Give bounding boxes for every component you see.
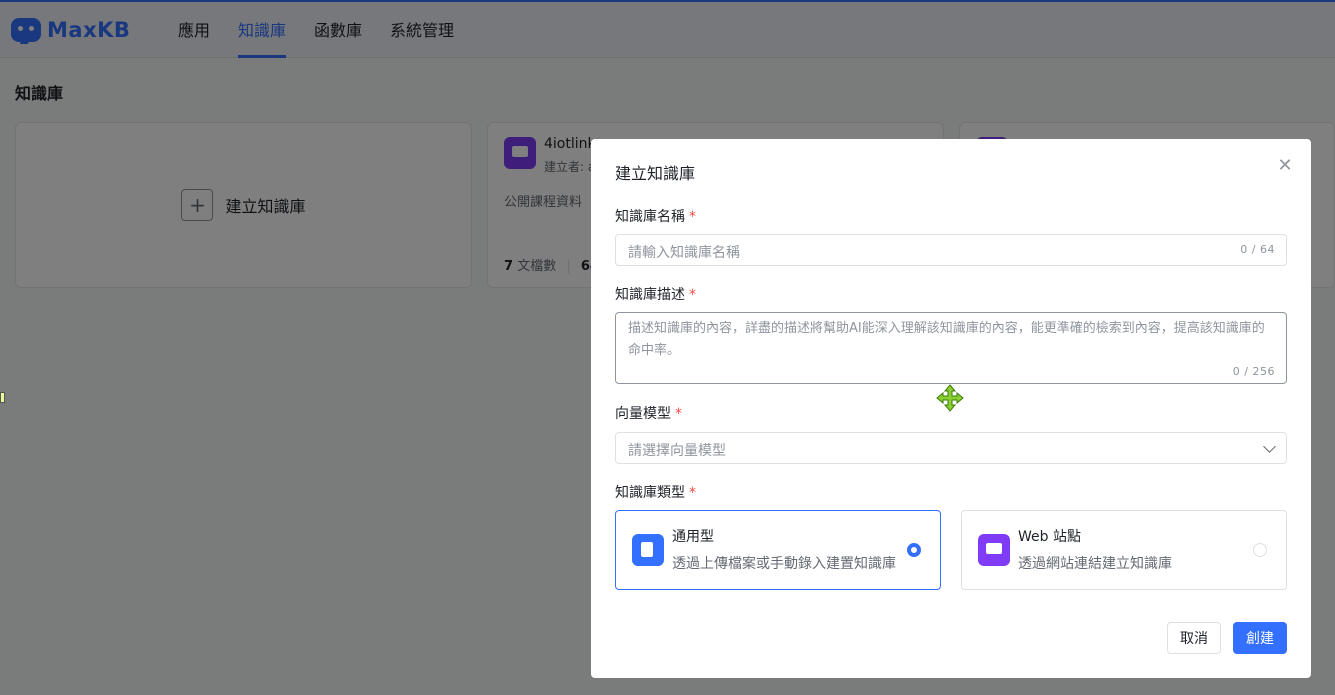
required-mark: * [689,485,696,501]
required-mark: * [689,287,696,303]
kb-description-textarea[interactable]: 描述知識庫的內容，詳盡的描述將幫助AI能深入理解該知識庫的內容，能更準確的檢索到… [615,312,1287,384]
kb-type-web-desc: 透過網站連結建立知識庫 [1018,556,1172,572]
document-icon [632,534,664,566]
kb-type-web-option[interactable]: Web 站點 透過網站連結建立知識庫 [961,510,1287,590]
kb-type-general-desc: 透過上傳檔案或手動錄入建置知識庫 [672,556,896,572]
embedding-model-placeholder: 請選擇向量模型 [628,443,726,459]
create-button[interactable]: 創建 [1233,622,1287,654]
kb-type-general-option[interactable]: 通用型 透過上傳檔案或手動錄入建置知識庫 [615,510,941,590]
side-marker [0,392,5,403]
kb-description-label-text: 知識庫描述 [615,287,685,303]
web-site-icon [978,534,1010,566]
kb-description-counter: 0 / 256 [1232,365,1275,378]
kb-type-general-title: 通用型 [672,529,714,545]
kb-name-label-text: 知識庫名稱 [615,209,685,225]
kb-description-label: 知識庫描述 * [615,284,696,304]
required-mark: * [675,406,682,422]
kb-type-label: 知識庫類型 * [615,482,696,502]
embedding-model-label-text: 向量模型 [615,406,671,422]
kb-name-input[interactable]: 請輸入知識庫名稱 0 / 64 [615,234,1287,266]
kb-type-label-text: 知識庫類型 [615,485,685,501]
move-cursor-icon [936,384,964,412]
close-icon[interactable]: ✕ [1277,157,1293,175]
embedding-model-select[interactable]: 請選擇向量模型 [615,432,1287,464]
kb-name-placeholder: 請輸入知識庫名稱 [628,245,740,261]
embedding-model-label: 向量模型 * [615,403,682,423]
cancel-button[interactable]: 取消 [1167,622,1221,654]
chevron-down-icon [1263,440,1276,453]
required-mark: * [689,209,696,225]
kb-type-web-title: Web 站點 [1018,529,1081,545]
kb-type-general-radio[interactable] [907,543,921,557]
kb-name-counter: 0 / 64 [1240,243,1275,256]
kb-type-web-radio[interactable] [1253,543,1267,557]
dialog-title: 建立知識庫 [615,164,696,183]
kb-description-placeholder: 描述知識庫的內容，詳盡的描述將幫助AI能深入理解該知識庫的內容，能更準確的檢索到… [628,321,1265,358]
kb-name-label: 知識庫名稱 * [615,206,696,226]
